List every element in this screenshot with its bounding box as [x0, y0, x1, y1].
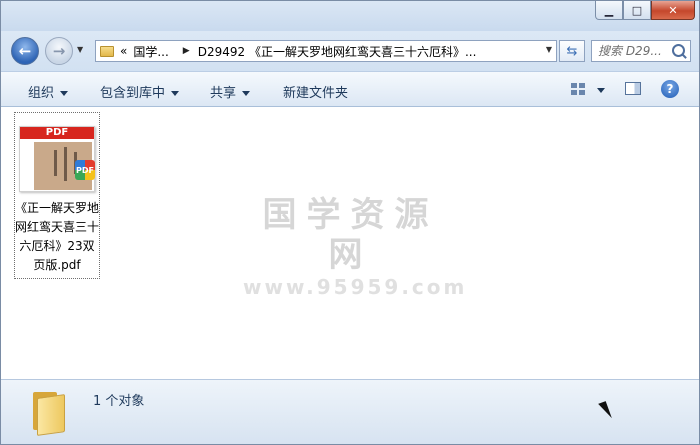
- details-pane: 1 个对象: [1, 379, 699, 444]
- file-name: 《正一解天罗地网红鸾天喜三十六厄科》23双页版.pdf: [15, 201, 100, 272]
- search-icon[interactable]: [672, 44, 685, 57]
- recent-pages-dropdown[interactable]: ▼: [77, 45, 83, 54]
- chevron-down-icon: [171, 91, 180, 96]
- forward-arrow-icon: →: [52, 42, 66, 60]
- chevron-down-icon: [242, 91, 251, 96]
- refresh-icon: ⇆: [566, 43, 578, 59]
- pdf-file-icon: PDF: [19, 126, 95, 192]
- mouse-cursor-icon: [598, 401, 612, 421]
- view-options-icon[interactable]: [571, 83, 585, 95]
- forward-button[interactable]: →: [45, 37, 73, 65]
- view-options-dropdown-icon[interactable]: [597, 88, 605, 93]
- breadcrumb-separator-icon[interactable]: ▶: [183, 46, 190, 56]
- minimize-button[interactable]: ▁: [595, 1, 623, 20]
- back-button[interactable]: ←: [11, 37, 39, 65]
- watermark-title: 国学资源网: [262, 195, 439, 275]
- breadcrumb-overflow[interactable]: «: [120, 44, 127, 58]
- explorer-window: ▁ □ ✕ ← → ▼ « 国学... ▶ D29492 《正一解天罗地网红鸾天…: [0, 0, 700, 445]
- file-list-area[interactable]: 国学资源网 www.95959.com PDF PDF 《正一解天罗地网红鸾天喜…: [1, 107, 699, 379]
- close-button[interactable]: ✕: [651, 1, 695, 20]
- help-icon[interactable]: ?: [661, 80, 679, 98]
- navigation-bar: ← → ▼ « 国学... ▶ D29492 《正一解天罗地网红鸾天喜三十六厄科…: [1, 31, 699, 71]
- share-button[interactable]: 共享: [210, 82, 251, 101]
- address-dropdown-icon[interactable]: ▼: [546, 45, 552, 54]
- organize-button[interactable]: 组织: [28, 82, 69, 101]
- include-in-library-button[interactable]: 包含到库中: [100, 82, 180, 101]
- search-input[interactable]: [598, 44, 668, 58]
- include-library-label: 包含到库中: [100, 86, 166, 101]
- address-bar[interactable]: « 国学... ▶ D29492 《正一解天罗地网红鸾天喜三十六厄科》... ▼: [95, 40, 557, 62]
- command-bar: 组织 包含到库中 共享 新建文件夹 ?: [1, 71, 699, 107]
- preview-pane-icon[interactable]: [625, 82, 641, 95]
- maximize-button[interactable]: □: [623, 1, 651, 20]
- refresh-button[interactable]: ⇆: [559, 40, 585, 62]
- search-box[interactable]: [591, 40, 691, 62]
- watermark: 国学资源网 www.95959.com: [243, 195, 468, 299]
- share-label: 共享: [210, 86, 237, 101]
- organize-label: 组织: [28, 86, 55, 101]
- file-item-pdf[interactable]: PDF PDF 《正一解天罗地网红鸾天喜三十六厄科》23双页版.pdf: [14, 112, 100, 279]
- pdf-app-badge-icon: PDF: [75, 160, 95, 180]
- back-arrow-icon: ←: [18, 42, 32, 60]
- new-folder-button[interactable]: 新建文件夹: [283, 82, 348, 101]
- watermark-url: www.95959.com: [243, 275, 468, 299]
- title-bar: ▁ □ ✕: [1, 1, 699, 31]
- breadcrumb-item[interactable]: 国学...: [133, 43, 168, 60]
- folder-icon: [100, 45, 114, 57]
- item-count: 1 个对象: [93, 394, 145, 409]
- pdf-label: PDF: [20, 127, 94, 139]
- chevron-down-icon: [60, 91, 69, 96]
- breadcrumb-current[interactable]: D29492 《正一解天罗地网红鸾天喜三十六厄科》...: [198, 43, 477, 60]
- window-controls: ▁ □ ✕: [595, 1, 695, 20]
- folder-icon: [31, 390, 67, 436]
